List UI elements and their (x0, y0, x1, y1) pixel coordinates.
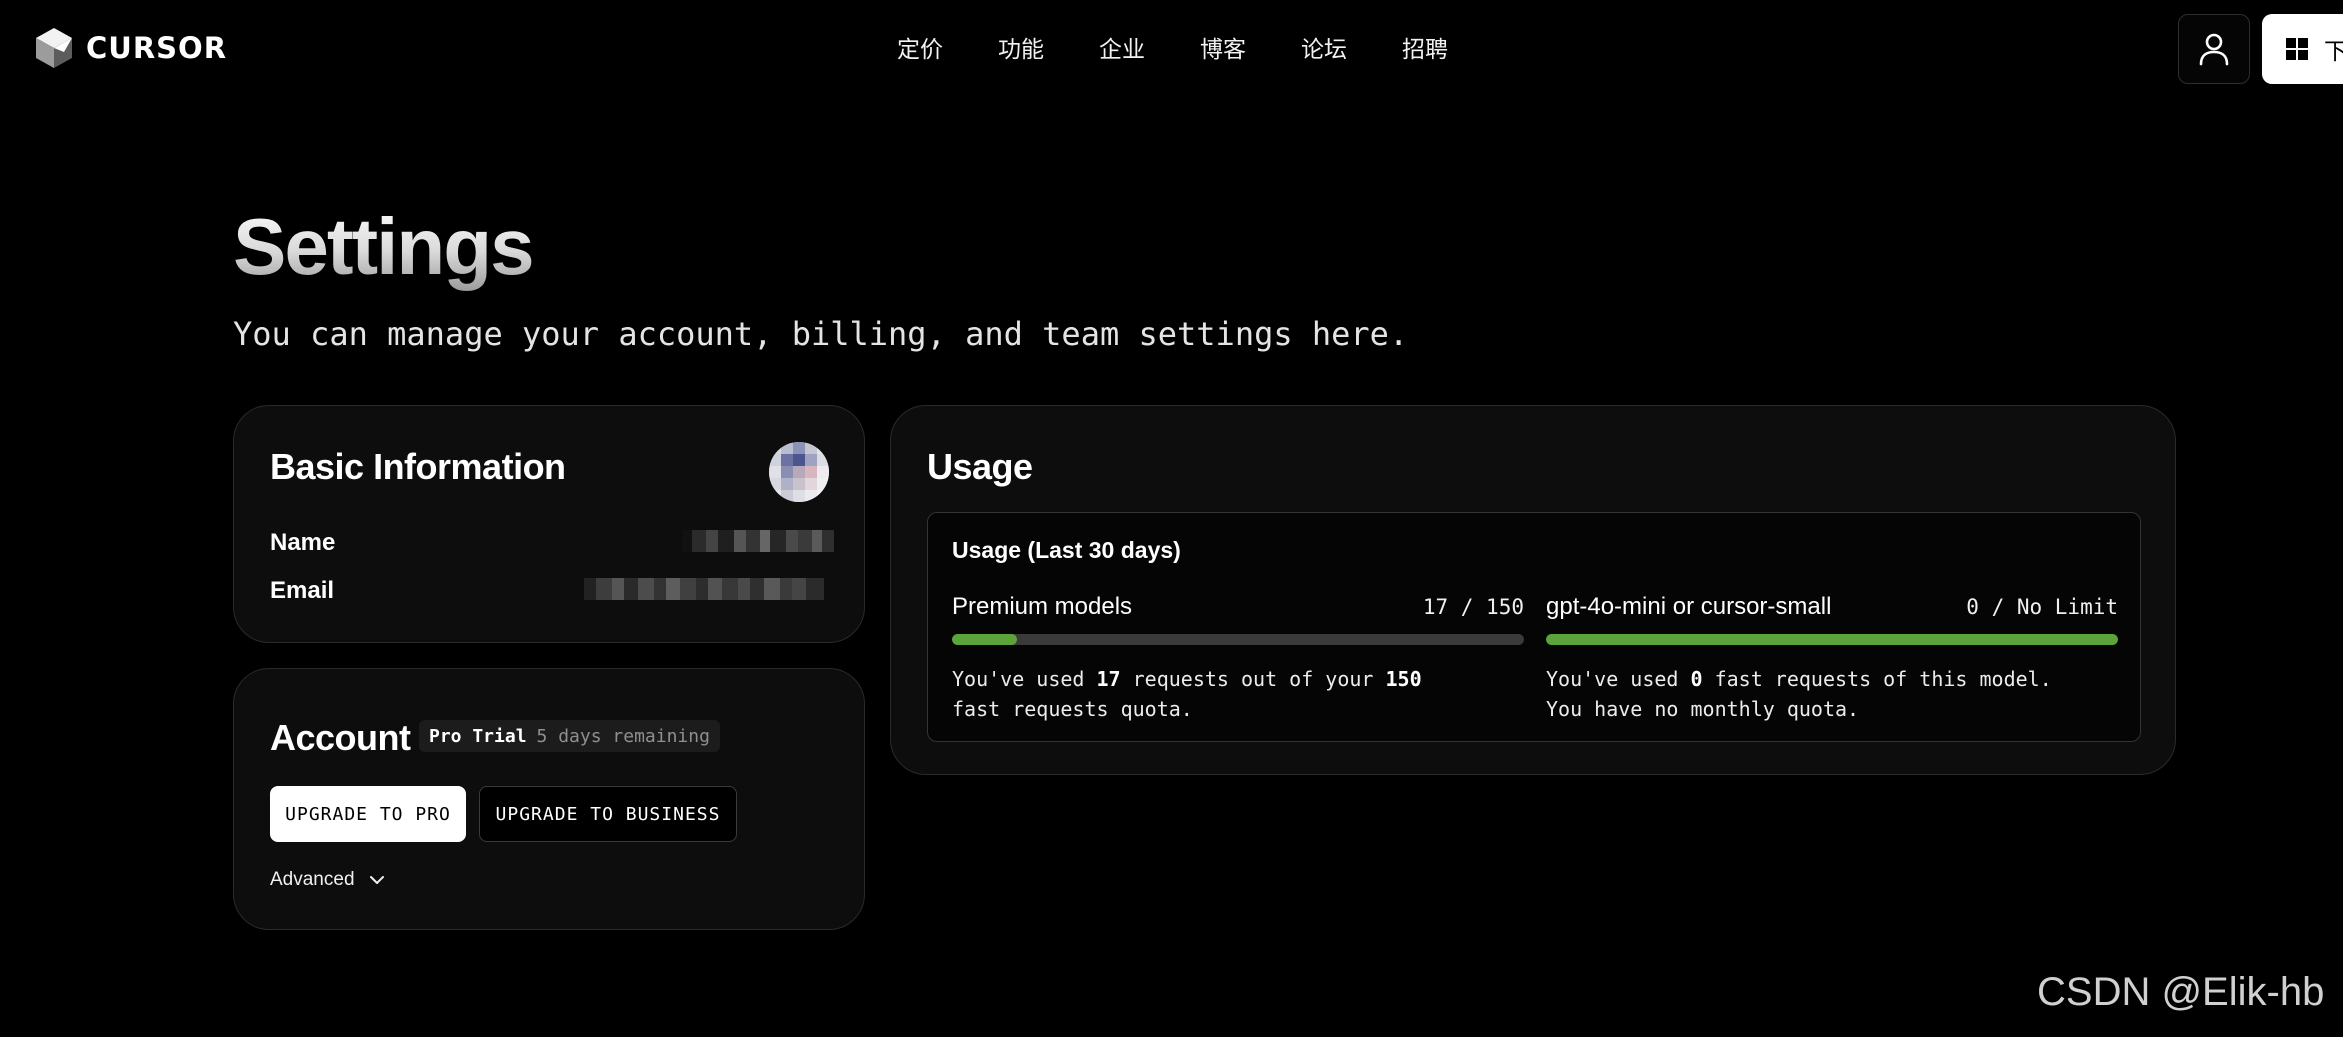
logo-text: CURSOR (86, 31, 228, 65)
meter-description: You've used 17 requests out of your 150 … (952, 667, 1422, 721)
account-card: Account Pro Trial 5 days remaining UPGRA… (233, 668, 865, 930)
nav-item-blog[interactable]: 博客 (1200, 30, 1246, 64)
advanced-toggle[interactable]: Advanced (270, 869, 385, 891)
name-label: Name (270, 529, 336, 556)
nav-item-features[interactable]: 功能 (998, 30, 1044, 64)
windows-icon (2286, 38, 2308, 60)
plan-name: Pro Trial (429, 725, 527, 747)
advanced-label: Advanced (270, 869, 355, 890)
meter-name: gpt-4o-mini or cursor-small (1546, 593, 1832, 620)
premium-models-meter: Premium models 17 / 150 You've used 17 r… (952, 593, 1524, 724)
nav-item-careers[interactable]: 招聘 (1402, 30, 1448, 64)
meter-name: Premium models (952, 593, 1133, 620)
nav-item-forum[interactable]: 论坛 (1301, 30, 1347, 64)
avatar[interactable] (769, 442, 829, 502)
basic-information-card: Basic Information Name Email (233, 405, 865, 643)
nav-item-enterprise[interactable]: 企业 (1099, 30, 1145, 64)
download-button[interactable]: 下 (2262, 14, 2343, 84)
nav-item-pricing[interactable]: 定价 (897, 30, 943, 64)
usage-title: Usage (927, 446, 1033, 487)
page-subtitle: You can manage your account, billing, an… (233, 315, 1409, 353)
settings-page: CURSOR 定价 功能 企业 博客 论坛 招聘 下 Settings You … (0, 0, 2343, 1037)
meter-count: 0 / No Limit (1966, 595, 2118, 619)
download-label: 下 (2324, 39, 2343, 65)
upgrade-to-pro-button[interactable]: UPGRADE TO PRO (270, 786, 466, 842)
progress-track (952, 634, 1524, 645)
plan-badge: Pro Trial 5 days remaining (419, 720, 720, 752)
cursor-logo[interactable]: CURSOR (34, 26, 227, 70)
cursor-cube-icon (36, 28, 72, 68)
name-value-redacted (682, 530, 834, 552)
trial-remaining: 5 days remaining (536, 725, 710, 747)
user-icon (2199, 33, 2229, 66)
email-value-redacted (584, 578, 834, 600)
user-account-button[interactable] (2178, 14, 2250, 84)
main-nav: 定价 功能 企业 博客 论坛 招聘 (897, 30, 1448, 64)
upgrade-to-business-button[interactable]: UPGRADE TO BUSINESS (479, 786, 737, 842)
watermark: CSDN @Elik-hb (2037, 970, 2325, 1014)
progress-fill (1546, 634, 2118, 645)
meter-description: You've used 0 fast requests of this mode… (1546, 667, 2052, 721)
usage-card: Usage Usage (Last 30 days) Premium model… (890, 405, 2176, 775)
email-label: Email (270, 577, 335, 604)
chevron-down-icon (369, 876, 384, 884)
meter-count: 17 / 150 (1422, 595, 1524, 619)
account-title: Account (270, 717, 411, 758)
usage-panel-title: Usage (Last 30 days) (952, 537, 1181, 563)
progress-track (1546, 634, 2118, 645)
progress-fill (952, 634, 1017, 645)
basic-information-title: Basic Information (270, 446, 566, 487)
page-title: Settings (233, 202, 535, 291)
small-models-meter: gpt-4o-mini or cursor-small 0 / No Limit… (1546, 593, 2118, 724)
usage-panel: Usage (Last 30 days) Premium models 17 /… (927, 512, 2141, 742)
